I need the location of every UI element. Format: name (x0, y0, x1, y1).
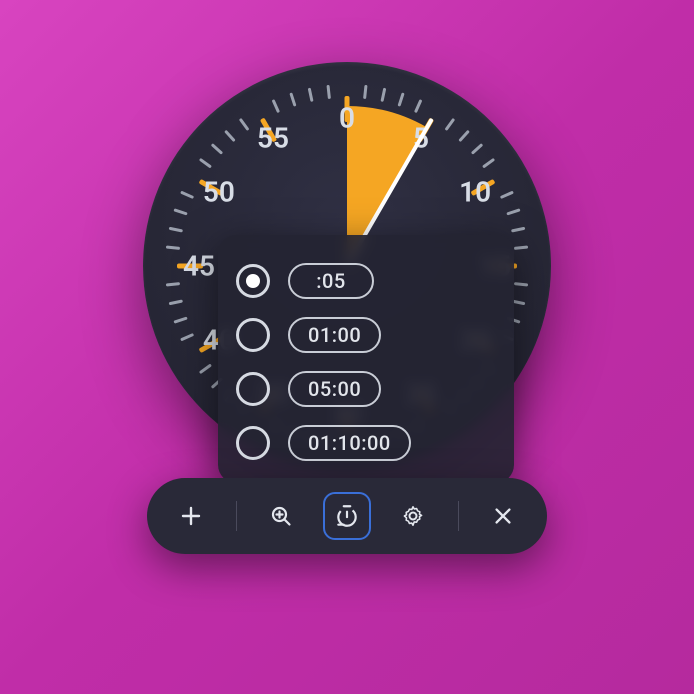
toolbar-separator (236, 501, 237, 531)
dial-number: 50 (203, 176, 235, 209)
toolbar-separator (458, 501, 459, 531)
control-toolbar (147, 478, 547, 554)
zoom-in-button[interactable] (259, 494, 303, 538)
preset-radio[interactable] (236, 318, 270, 352)
stopwatch-icon (334, 503, 360, 529)
close-button[interactable] (481, 494, 525, 538)
laps-button[interactable] (325, 494, 369, 538)
preset-pill[interactable]: :05 (288, 263, 374, 299)
dial-number: 10 (459, 176, 491, 209)
dial-number: 55 (257, 121, 289, 154)
plus-icon (179, 504, 203, 528)
preset-radio[interactable] (236, 264, 270, 298)
lap-presets-popover: :05 01:00 05:00 01:10:00 (218, 235, 514, 483)
preset-row[interactable]: 01:00 (236, 317, 496, 353)
close-icon (492, 505, 514, 527)
preset-pill[interactable]: 01:10:00 (288, 425, 411, 461)
zoom-in-icon (269, 504, 293, 528)
settings-button[interactable] (391, 494, 435, 538)
preset-radio[interactable] (236, 426, 270, 460)
dial-number: 0 (339, 102, 355, 135)
preset-pill[interactable]: 05:00 (288, 371, 381, 407)
gear-icon (401, 504, 425, 528)
preset-pill[interactable]: 01:00 (288, 317, 381, 353)
preset-row[interactable]: :05 (236, 263, 496, 299)
preset-row[interactable]: 01:10:00 (236, 425, 496, 461)
dial-number: 45 (183, 250, 215, 283)
preset-radio[interactable] (236, 372, 270, 406)
add-button[interactable] (169, 494, 213, 538)
preset-row[interactable]: 05:00 (236, 371, 496, 407)
